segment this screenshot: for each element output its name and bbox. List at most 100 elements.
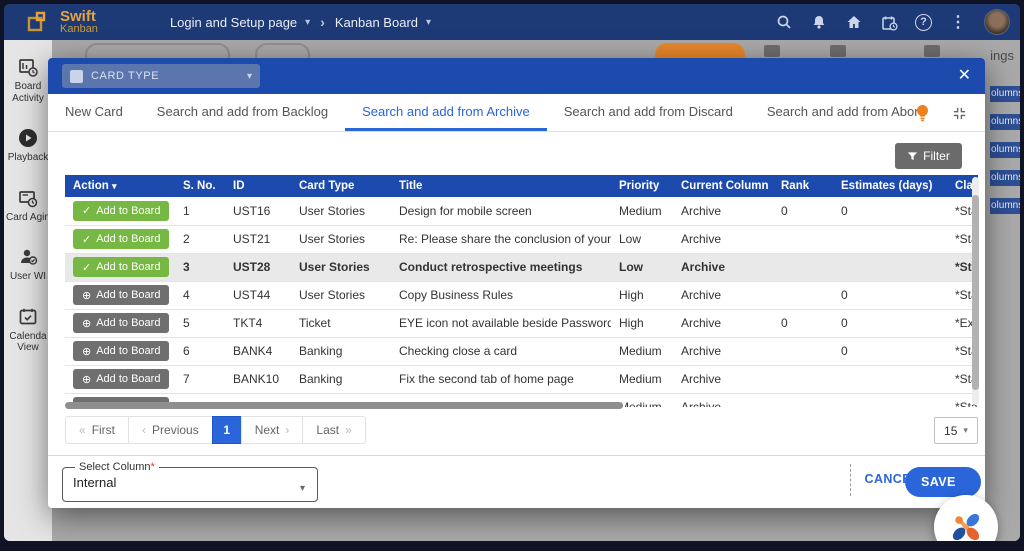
table-row[interactable]: ✓ Add to Board 2 UST21 User Stories Re: Plea… — [65, 225, 978, 254]
results-table: Action ▾ S. No. ID Card Type Title Prior… — [65, 175, 978, 407]
background-gear-icon-fragment — [924, 45, 940, 57]
double-right-icon: » — [345, 423, 352, 437]
col-rank[interactable]: Rank — [773, 175, 833, 197]
table-row[interactable]: ✓ Add to Board 1 UST16 User Stories Design f… — [65, 197, 978, 226]
tab-search-discard[interactable]: Search and add from Discard — [547, 94, 750, 131]
vertical-scrollbar-track[interactable] — [972, 177, 979, 405]
add-to-board-button[interactable]: ⊕ Add to Board — [73, 313, 170, 333]
left-sidebar: Board Activity Playback Card Agin User W… — [4, 40, 52, 541]
add-to-board-button[interactable]: ✓ Add to Board — [73, 229, 170, 249]
sidebar-item-playback[interactable]: Playback — [4, 127, 52, 164]
table-row[interactable]: ⊕ Add to Board 5 TKT4 Ticket EYE icon not av… — [65, 309, 978, 338]
card-type-dropdown[interactable]: CARD TYPE ▾ — [62, 64, 260, 88]
add-to-board-button[interactable]: ⊕ Add to Board — [73, 285, 170, 305]
swiftkanban-logo[interactable]: Swift Kanban — [26, 9, 98, 35]
tab-search-archive[interactable]: Search and add from Archive — [345, 94, 547, 131]
table-row[interactable]: ⊕ Add to Board 6 BANK4 Banking Checking clos… — [65, 337, 978, 366]
sidebar-item-user-wip[interactable]: User WI — [4, 246, 52, 283]
tab-label: Search and add from Discard — [563, 103, 733, 119]
page-size-value: 15 — [944, 423, 958, 438]
page-size-select[interactable]: 15 ▾ — [934, 417, 978, 444]
brand-line1: Swift — [60, 8, 96, 25]
chevron-right-icon: › — [320, 14, 325, 30]
col-estimates[interactable]: Estimates (days) — [833, 175, 947, 197]
plus-circle-icon: ⊕ — [82, 373, 92, 386]
tab-label: Search and add from Backlog — [156, 103, 329, 119]
add-to-board-button[interactable]: ✓ Add to Board — [73, 257, 170, 277]
sidebar-item-card-aging[interactable]: Card Agin — [4, 187, 52, 224]
col-title[interactable]: Title — [391, 175, 611, 197]
pagination-first[interactable]: « First — [65, 416, 130, 444]
bell-icon[interactable] — [810, 13, 828, 31]
background-column-fragment: olumns — [990, 198, 1020, 214]
sidebar-item-calendar-view[interactable]: Calenda View — [4, 306, 52, 354]
select-column-label-text: Select Column — [79, 461, 151, 473]
add-button-label: Add to Board — [96, 373, 161, 385]
user-avatar[interactable] — [984, 9, 1010, 35]
pagination-label: Next — [254, 423, 280, 437]
tip-bulb-icon[interactable] — [915, 104, 930, 127]
calendar-view-icon — [19, 308, 37, 324]
background-column-fragment: olumns — [990, 114, 1020, 130]
pagination-last[interactable]: Last » — [302, 416, 366, 444]
save-button[interactable]: SAVE — [905, 467, 981, 497]
col-sno[interactable]: S. No. — [175, 175, 225, 197]
filter-button[interactable]: Filter — [895, 143, 962, 169]
add-card-modal: CARD TYPE ▾ ✕ New Card Search and add fr… — [48, 58, 985, 508]
select-column-dropdown[interactable]: Select Column* Internal ▾ — [62, 461, 318, 502]
pagination-label: Last — [316, 423, 340, 437]
col-action[interactable]: Action ▾ — [65, 175, 175, 197]
help-icon[interactable]: ? — [915, 13, 932, 31]
right-icon: › — [285, 423, 290, 437]
collapse-icon[interactable] — [952, 106, 967, 126]
background-column-fragment: olumns — [990, 86, 1020, 102]
user-wip-icon — [21, 249, 38, 265]
table-row[interactable]: ⊕ Add to Board 7 BANK10 Banking Fix the seco… — [65, 365, 978, 394]
add-button-label: Add to Board — [96, 345, 161, 357]
col-card-type[interactable]: Card Type — [291, 175, 391, 197]
close-icon[interactable]: ✕ — [958, 65, 971, 87]
col-priority[interactable]: Priority — [611, 175, 673, 197]
breadcrumb-view-selector[interactable]: Kanban Board ▾ — [335, 15, 431, 30]
add-to-board-button[interactable]: ✓ Add to Board — [73, 200, 170, 221]
kebab-glyph: ⋮ — [950, 14, 966, 31]
breadcrumb-board-selector[interactable]: Login and Setup page ▾ — [170, 15, 310, 30]
kebab-menu-icon[interactable]: ⋮ — [949, 13, 967, 31]
calendar-icon[interactable] — [880, 13, 898, 31]
sort-caret-icon: ▾ — [111, 181, 117, 191]
add-to-board-button[interactable]: ⊕ Add to Board — [73, 341, 170, 361]
table-row[interactable]: ⊕ Add to Board 4 UST44 User Stories Copy Bus… — [65, 281, 978, 310]
breadcrumb-label-2: Kanban Board — [334, 14, 418, 30]
pagination-page-1[interactable]: 1 — [211, 416, 242, 444]
background-settings-text-fragment: ings — [990, 48, 1014, 63]
window-frame: Swift Kanban Login and Setup page ▾ › Ka… — [0, 0, 1024, 551]
tab-search-abort[interactable]: Search and add from Abort — [750, 94, 939, 131]
pagination-label: 1 — [223, 423, 231, 437]
add-to-board-button[interactable]: ⊕ Add to Board — [73, 369, 170, 389]
brand-text: Swift Kanban — [60, 9, 98, 35]
background-column-fragment: olumns — [990, 142, 1020, 158]
pagination-next[interactable]: Next › — [240, 416, 304, 444]
col-id[interactable]: ID — [225, 175, 291, 197]
home-icon[interactable] — [845, 13, 863, 31]
vertical-scrollbar-thumb[interactable] — [972, 195, 979, 390]
pagination-previous[interactable]: ‹ Previous — [128, 416, 213, 444]
main-area: ings olumns olumns olumns olumns olumns … — [4, 40, 1020, 541]
sidebar-item-label: User WI — [9, 271, 47, 282]
pagination-label: First — [91, 423, 116, 437]
horizontal-scrollbar[interactable] — [65, 402, 623, 409]
tab-new-card[interactable]: New Card — [48, 94, 140, 131]
double-left-icon: « — [79, 423, 86, 437]
pagination: « First ‹ Previous 1 Next › Last » — [65, 416, 366, 444]
footer-dotted-divider — [850, 464, 851, 496]
tab-search-backlog[interactable]: Search and add from Backlog — [140, 94, 345, 131]
table-row-selected[interactable]: ✓ Add to Board 3 UST28 User Stories Conduct … — [65, 253, 978, 282]
card-aging-icon — [19, 190, 38, 207]
column-fragment-text: olumns — [991, 172, 1020, 183]
sidebar-item-board-activity[interactable]: Board Activity — [4, 56, 52, 104]
search-icon[interactable] — [775, 13, 793, 31]
left-icon: ‹ — [142, 423, 147, 437]
card-type-label: CARD TYPE — [91, 70, 160, 82]
col-current-column[interactable]: Current Column — [673, 175, 773, 197]
plus-circle-icon: ⊕ — [82, 317, 92, 330]
